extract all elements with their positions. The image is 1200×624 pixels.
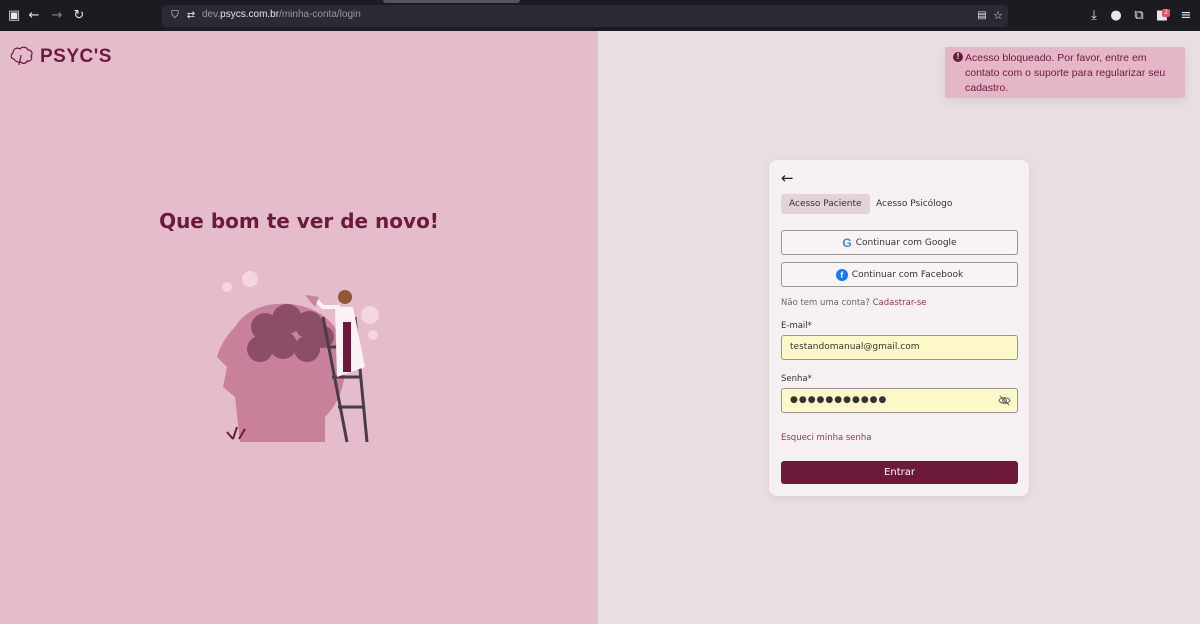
- password-value: ●●●●●●●●●●●: [790, 395, 888, 405]
- brain-logo-icon: [10, 46, 33, 66]
- password-label: Senha*: [781, 374, 812, 384]
- tab-acesso-paciente[interactable]: Acesso Paciente: [781, 194, 870, 214]
- downloads-icon[interactable]: ⤓: [1086, 8, 1102, 24]
- forgot-password-link[interactable]: Esqueci minha senha: [781, 433, 872, 443]
- alert-message: Acesso bloqueado. Por favor, entre em co…: [965, 52, 1166, 94]
- password-field[interactable]: ●●●●●●●●●●●: [781, 388, 1018, 413]
- menu-icon[interactable]: ≡: [1178, 8, 1194, 24]
- google-icon: G: [842, 235, 852, 250]
- forward-icon[interactable]: →: [49, 8, 65, 24]
- sidebar-icon[interactable]: ▣: [6, 8, 22, 24]
- login-submit-button[interactable]: Entrar: [781, 461, 1018, 484]
- back-arrow-icon[interactable]: ←: [781, 170, 794, 186]
- brain-illustration: [217, 271, 379, 443]
- active-tab-indicator: [383, 0, 520, 3]
- login-card: ← Acesso Paciente Acesso Psicólogo G Con…: [769, 160, 1029, 496]
- url-text[interactable]: dev.psycs.com.br/minha-conta/login: [202, 9, 361, 20]
- bookmark-star-icon[interactable]: ☆: [990, 8, 1006, 24]
- access-blocked-alert: ! Acesso bloqueado. Por favor, entre em …: [945, 47, 1185, 98]
- hero-panel: PSYC'S Que bom te ver de novo!: [0, 31, 598, 624]
- facebook-login-label: Continuar com Facebook: [851, 269, 964, 280]
- google-login-label: Continuar com Google: [855, 237, 957, 248]
- hero-headline: Que bom te ver de novo!: [159, 209, 439, 233]
- address-bar[interactable]: ⛉ ⇄ dev.psycs.com.br/minha-conta/login ▤…: [162, 5, 1008, 27]
- back-icon[interactable]: ←: [26, 8, 42, 24]
- permissions-icon[interactable]: ⇄: [183, 8, 199, 24]
- reload-icon[interactable]: ↻: [71, 8, 87, 24]
- signup-prompt: Não tem uma conta? Cadastrar-se: [781, 298, 927, 308]
- tab-acesso-psicologo[interactable]: Acesso Psicólogo: [868, 194, 960, 214]
- email-label: E-mail*: [781, 321, 812, 331]
- email-field[interactable]: testandomanual@gmail.com: [781, 335, 1018, 360]
- signup-link[interactable]: Cadastrar-se: [873, 298, 927, 308]
- browser-toolbar: ▣ ← → ↻ ⛉ ⇄ dev.psycs.com.br/minha-conta…: [0, 0, 1200, 31]
- alert-exclamation-icon: !: [953, 52, 963, 62]
- facebook-login-button[interactable]: f Continuar com Facebook: [781, 262, 1018, 287]
- brand-name: PSYC'S: [40, 46, 112, 67]
- brand-logo[interactable]: PSYC'S: [8, 43, 112, 71]
- google-login-button[interactable]: G Continuar com Google: [781, 230, 1018, 255]
- account-icon[interactable]: ●: [1108, 8, 1124, 24]
- extensions-icon[interactable]: ⧉: [1131, 8, 1147, 24]
- extensions-badge: 2: [1162, 9, 1170, 17]
- reader-view-icon[interactable]: ▤: [974, 8, 990, 24]
- facebook-icon: f: [835, 268, 848, 281]
- shield-icon[interactable]: ⛉: [167, 8, 183, 24]
- eye-off-icon[interactable]: [998, 394, 1011, 407]
